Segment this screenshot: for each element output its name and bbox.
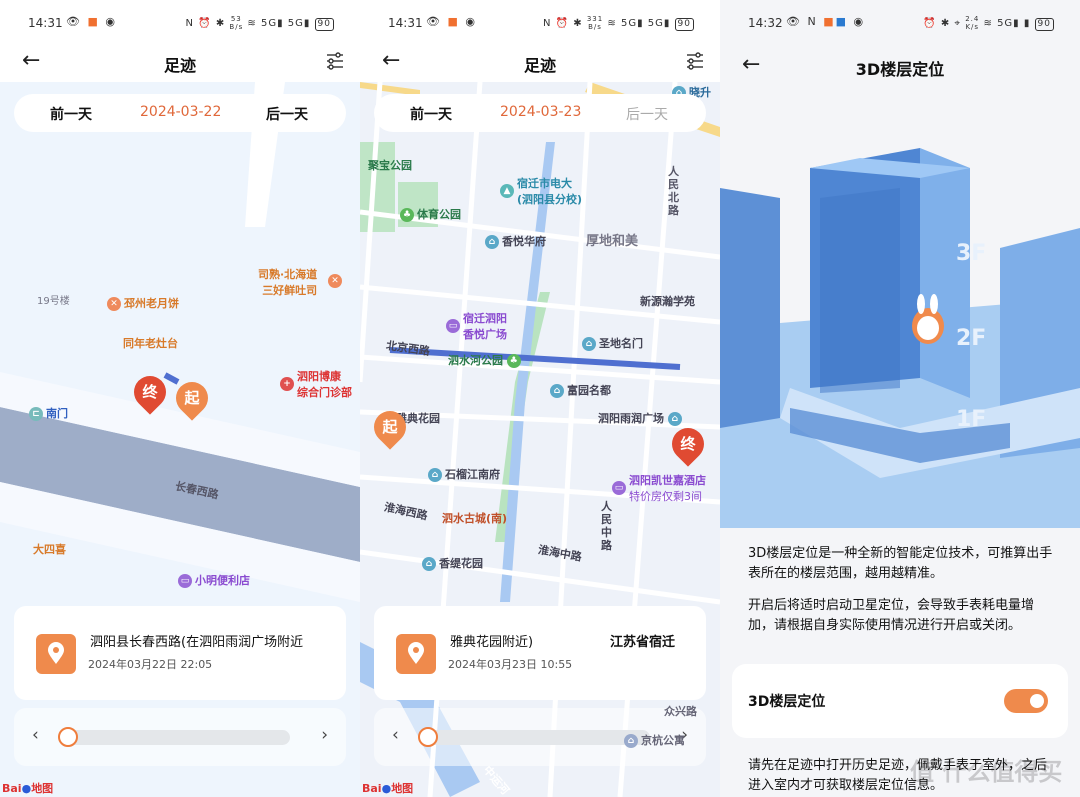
map-poi[interactable]: 司熟·北海道 三好鲜吐司 bbox=[258, 266, 317, 298]
end-pin[interactable]: 终 bbox=[665, 421, 711, 467]
next-day-button[interactable]: 后一天 bbox=[626, 104, 668, 124]
chevron-left-icon[interactable]: ‹ bbox=[32, 725, 39, 745]
map-poi[interactable]: +泗阳博康 综合门诊部 bbox=[280, 368, 352, 400]
location-time: 2024年03月22日 22:05 bbox=[88, 658, 213, 671]
floor-label-2f: 2F bbox=[956, 326, 986, 351]
map-label: 同年老灶台 bbox=[123, 337, 178, 350]
restaurant-icon: ✕ bbox=[107, 297, 121, 311]
date-navigator: 前一天 2024-03-23 后一天 bbox=[374, 94, 706, 132]
timeline-slider: ‹ › bbox=[14, 708, 346, 766]
footprint-screen-1: 14:31 👁 ■ ◉ N ⏰ ✱ 53 B/s ≋ 5G▮ 5G▮ 90 ← 足… bbox=[0, 0, 360, 797]
date-picker[interactable]: 2024-03-23 bbox=[500, 104, 581, 120]
road-label: 人民北路 bbox=[668, 165, 679, 217]
slider-track[interactable] bbox=[420, 730, 650, 745]
notification-icons: 👁 N ■■ ◉ bbox=[786, 15, 866, 28]
page-title: 3D楼层定位 bbox=[855, 60, 945, 79]
previous-day-button[interactable]: 前一天 bbox=[50, 104, 92, 124]
hospital-icon: + bbox=[280, 377, 294, 391]
floor-label-3f: 3F bbox=[956, 241, 986, 266]
chevron-right-icon[interactable]: › bbox=[321, 725, 328, 745]
floor-label-1f: 1F bbox=[956, 407, 986, 432]
slider-thumb[interactable] bbox=[418, 727, 438, 747]
location-card[interactable]: 泗阳县长春西路(在泗阳雨润广场附近 2024年03月22日 22:05 bbox=[14, 606, 346, 700]
status-bar: 14:31 👁 ■ ◉ N ⏰ ✱ 53 B/s ≋ 5G▮ 5G▮ 90 bbox=[0, 0, 360, 44]
page-title: 足迹 bbox=[163, 56, 196, 75]
map-label: 19号楼 bbox=[37, 296, 70, 307]
map-poi[interactable]: ⌂ 石榴江南府 bbox=[428, 466, 500, 482]
map-poi[interactable]: ⌂ 香缇花园 bbox=[422, 555, 483, 571]
clock: 14:32 bbox=[748, 16, 783, 30]
filter-settings-icon[interactable] bbox=[686, 52, 704, 70]
map-poi[interactable]: 泗水河公园 ♣ bbox=[448, 352, 524, 368]
shop-icon: ▭ bbox=[178, 574, 192, 588]
map-label: 泗水古城(南) bbox=[442, 512, 508, 525]
date-picker[interactable]: 2024-03-22 bbox=[140, 104, 221, 120]
map-poi[interactable]: 泗阳雨润广场 ⌂ bbox=[598, 410, 685, 426]
clock: 14:31 bbox=[28, 16, 63, 30]
app-header: ← 3D楼层定位 bbox=[720, 44, 1080, 88]
previous-day-button[interactable]: 前一天 bbox=[410, 104, 452, 124]
start-pin[interactable]: 起 bbox=[169, 375, 215, 421]
warning-text: 开启后将适时启动卫星定位，会导致手表耗电量增加，请根据自身实际使用情况进行开启或… bbox=[748, 598, 1035, 633]
slider-thumb[interactable] bbox=[58, 727, 78, 747]
map-poi[interactable]: ▲宿迁市电大 (泗阳县分校) bbox=[500, 175, 582, 207]
app-header: ← 足迹 bbox=[0, 44, 360, 82]
floor-positioning-toggle[interactable] bbox=[1004, 689, 1048, 713]
date-navigator: 前一天 2024-03-22 后一天 bbox=[14, 94, 346, 132]
system-icons: ⏰ ✱ ⌖ 2.4 K/s ≋ 5G▮ ▮ 90 bbox=[923, 15, 1054, 31]
page-title: 足迹 bbox=[523, 56, 556, 75]
map-poi[interactable]: ♣ 体育公园 bbox=[400, 206, 461, 222]
map-poi[interactable]: 新源瀚学苑 bbox=[640, 293, 695, 309]
floor-positioning-screen: 14:32 👁 N ■■ ◉ ⏰ ✱ ⌖ 2.4 K/s ≋ 5G▮ ▮ 90 ←… bbox=[720, 0, 1080, 797]
map-label: 大四喜 bbox=[33, 543, 66, 556]
map-poi[interactable]: ⌂ 香悦华府 bbox=[485, 233, 546, 249]
map-poi[interactable]: ⌂ 京杭公寓 bbox=[624, 732, 685, 748]
road-label: 人民中路 bbox=[601, 500, 612, 552]
app-header: ← 足迹 bbox=[360, 44, 720, 82]
footprint-screen-2: 14:31 👁 ■ ◉ N ⏰ ✱ 331 B/s ≋ 5G▮ 5G▮ 90 ← … bbox=[360, 0, 720, 797]
floor-positioning-setting: 3D楼层定位 bbox=[732, 664, 1068, 738]
location-address: 雅典花园附近) bbox=[450, 635, 534, 650]
system-icons: N ⏰ ✱ 331 B/s ≋ 5G▮ 5G▮ 90 bbox=[543, 15, 694, 31]
location-pin-icon bbox=[396, 634, 436, 674]
watermark: 值 什么值得买 bbox=[910, 758, 1063, 786]
status-bar: 14:31 👁 ■ ◉ N ⏰ ✱ 331 B/s ≋ 5G▮ 5G▮ 90 bbox=[360, 0, 720, 44]
area-label: 厚地和美 bbox=[586, 234, 639, 249]
next-day-button[interactable]: 后一天 bbox=[266, 104, 308, 124]
location-time: 2024年03月23日 10:55 bbox=[448, 658, 573, 671]
status-bar: 14:32 👁 N ■■ ◉ ⏰ ✱ ⌖ 2.4 K/s ≋ 5G▮ ▮ 90 bbox=[720, 0, 1080, 44]
baidu-map-logo: Bai●地图 bbox=[2, 782, 54, 795]
start-pin[interactable]: 起 bbox=[367, 404, 413, 450]
map-poi[interactable]: ▭ 小明便利店 bbox=[178, 572, 250, 588]
system-icons: N ⏰ ✱ 53 B/s ≋ 5G▮ 5G▮ 90 bbox=[186, 15, 334, 31]
3d-building-illustration: 3F 2F 1F bbox=[720, 88, 1080, 528]
slider-track[interactable] bbox=[60, 730, 290, 745]
map-poi[interactable]: ▭宿迁泗阳 香悦广场 bbox=[446, 310, 507, 342]
clock: 14:31 bbox=[388, 16, 423, 30]
map-poi[interactable]: ✕ 邳州老月饼 bbox=[107, 295, 179, 311]
map-poi[interactable]: ⊏ 南门 bbox=[29, 405, 68, 421]
location-card[interactable]: 雅典花园附近) 江苏省宿迁 2024年03月23日 10:55 bbox=[374, 606, 706, 700]
end-pin[interactable]: 终 bbox=[127, 369, 173, 415]
chevron-left-icon[interactable]: ‹ bbox=[392, 725, 399, 745]
location-address: 泗阳县长春西路(在泗阳雨润广场附近 bbox=[90, 635, 304, 650]
filter-settings-icon[interactable] bbox=[326, 52, 344, 70]
restaurant-icon: ✕ bbox=[328, 274, 342, 288]
location-pin-icon bbox=[36, 634, 76, 674]
road-label: 众兴路 bbox=[664, 705, 697, 718]
description-text: 3D楼层定位是一种全新的智能定位技术，可推算出手表所在的楼层范围，越用越精准。 bbox=[748, 546, 1053, 581]
notification-icons: 👁 ■ ◉ bbox=[426, 15, 477, 28]
setting-label: 3D楼层定位 bbox=[748, 694, 826, 710]
map-poi[interactable]: ⌂ 圣地名门 bbox=[582, 335, 643, 351]
gate-icon: ⊏ bbox=[29, 407, 43, 421]
location-address-scroll: 江苏省宿迁 bbox=[610, 635, 676, 650]
map-poi[interactable]: ⌂ 富园名都 bbox=[550, 382, 611, 398]
map-poi[interactable]: 聚宝公园 bbox=[368, 157, 412, 173]
map-poi[interactable]: ▭泗阳凯世嘉酒店 特价房仅剩3间 bbox=[612, 472, 706, 504]
notification-icons: 👁 ■ ◉ bbox=[66, 15, 117, 28]
baidu-map-logo: Bai●地图 bbox=[362, 782, 414, 795]
